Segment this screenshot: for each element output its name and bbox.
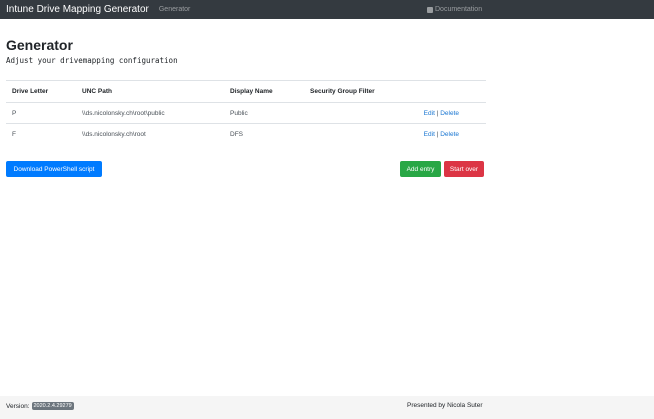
download-powershell-button[interactable]: Download PowerShell script: [6, 161, 102, 177]
table-row: F \\ds.nicolonsky.ch\root DFS Edit | Del…: [6, 123, 486, 145]
cell-actions: Edit | Delete: [404, 102, 486, 124]
cell-security-group: [304, 123, 404, 145]
presented-by: Presented by Nicola Suter: [407, 402, 483, 409]
cell-display-name: DFS: [224, 123, 304, 145]
footer: Version: 2020.2.4.29279 Presented by Nic…: [0, 396, 654, 419]
action-separator: |: [436, 130, 439, 138]
cell-display-name: Public: [224, 102, 304, 124]
page-title: Generator: [6, 37, 73, 53]
cell-drive-letter: P: [6, 102, 76, 124]
table-row: P \\ds.nicolonsky.ch\root\public Public …: [6, 102, 486, 124]
version-info: Version: 2020.2.4.29279: [6, 402, 74, 410]
cell-actions: Edit | Delete: [404, 123, 486, 145]
cell-unc-path: \\ds.nicolonsky.ch\root\public: [76, 102, 224, 124]
action-separator: |: [436, 109, 439, 117]
col-header-display-name: Display Name: [224, 80, 304, 103]
brand-title[interactable]: Intune Drive Mapping Generator: [6, 4, 149, 15]
cell-unc-path: \\ds.nicolonsky.ch\root: [76, 123, 224, 145]
drive-mapping-table: Drive Letter UNC Path Display Name Secur…: [6, 80, 486, 145]
col-header-drive-letter: Drive Letter: [6, 80, 76, 103]
nav-link-generator[interactable]: Generator: [159, 6, 191, 13]
col-header-unc-path: UNC Path: [76, 80, 224, 103]
edit-link[interactable]: Edit: [424, 110, 435, 117]
start-over-button[interactable]: Start over: [444, 161, 484, 177]
delete-link[interactable]: Delete: [440, 131, 459, 138]
col-header-security-group-filter: Security Group Filter: [304, 80, 404, 103]
cell-security-group: [304, 102, 404, 124]
version-label: Version:: [6, 402, 30, 410]
table-header-row: Drive Letter UNC Path Display Name Secur…: [6, 80, 486, 103]
delete-link[interactable]: Delete: [440, 110, 459, 117]
book-icon: [427, 6, 433, 13]
cell-drive-letter: F: [6, 123, 76, 145]
documentation-label: Documentation: [435, 6, 483, 13]
nav-link-documentation[interactable]: Documentation: [427, 0, 482, 19]
version-badge: 2020.2.4.29279: [31, 402, 74, 410]
col-header-actions: [404, 80, 486, 103]
edit-link[interactable]: Edit: [424, 131, 435, 138]
page-subtitle: Adjust your drivemapping configuration: [6, 56, 178, 65]
add-entry-button[interactable]: Add entry: [400, 161, 441, 177]
navbar: Intune Drive Mapping Generator Generator…: [0, 0, 654, 19]
